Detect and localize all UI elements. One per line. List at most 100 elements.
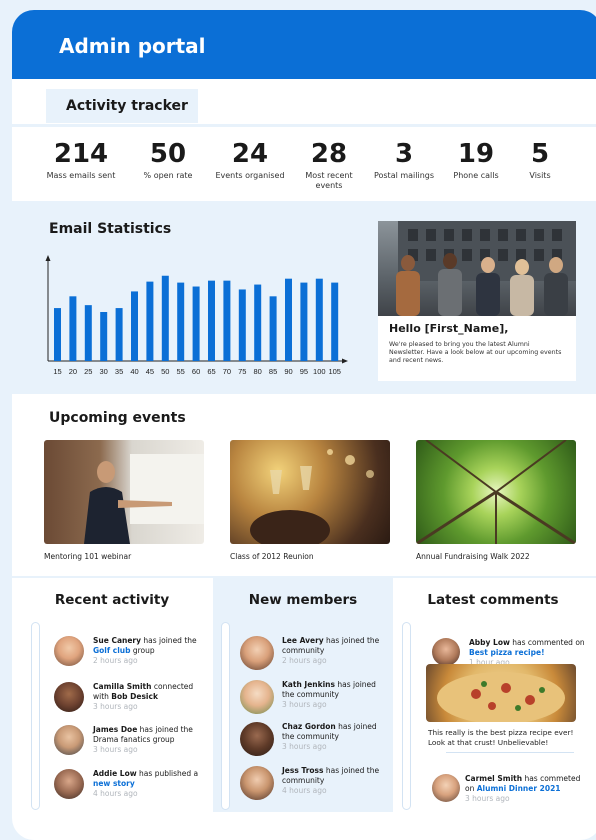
timestamp: 3 hours ago bbox=[282, 742, 327, 751]
email-statistics-title: Email Statistics bbox=[49, 221, 172, 237]
bar-60 bbox=[192, 286, 200, 361]
scrollbar[interactable] bbox=[402, 622, 411, 810]
activity-text: has commented on bbox=[509, 638, 585, 647]
stat-label: Events organised bbox=[215, 171, 285, 180]
x-tick-label: 50 bbox=[161, 367, 169, 376]
activity-link[interactable]: Alumni Dinner 2021 bbox=[477, 784, 561, 793]
newsletter-photo bbox=[378, 221, 576, 316]
activity-link[interactable]: new story bbox=[93, 779, 135, 788]
bar-80 bbox=[254, 284, 262, 361]
activity-text: has published a bbox=[136, 769, 199, 778]
newsletter-card[interactable]: Hello [First_Name], We're pleased to bri… bbox=[378, 221, 576, 381]
user-name: Lee Avery bbox=[282, 636, 324, 645]
user-name[interactable]: Bob Desick bbox=[111, 692, 158, 701]
x-tick-label: 15 bbox=[53, 367, 61, 376]
stat-label: % open rate bbox=[143, 171, 193, 180]
x-tick-label: 85 bbox=[269, 367, 277, 376]
bar-85 bbox=[269, 296, 277, 361]
timestamp: 2 hours ago bbox=[282, 656, 327, 665]
new-members-title: New members bbox=[248, 592, 358, 608]
stat-label: Visits bbox=[529, 171, 551, 180]
x-axis-arrow bbox=[342, 358, 348, 364]
bar-90 bbox=[285, 278, 292, 361]
bar-65 bbox=[208, 280, 215, 361]
recent-activity-title: Recent activity bbox=[54, 592, 170, 608]
event-card-mentoring[interactable]: Mentoring 101 webinar bbox=[44, 440, 204, 561]
avatar bbox=[240, 722, 274, 756]
user-name: Chaz Gordon bbox=[282, 722, 336, 731]
activity-text: has joined the bbox=[141, 636, 197, 645]
event-caption: Mentoring 101 webinar bbox=[44, 552, 132, 561]
stat-value: 24 bbox=[231, 139, 269, 169]
comment-text: This really is the best pizza recipe eve… bbox=[428, 728, 574, 747]
x-tick-label: 100 bbox=[313, 367, 326, 376]
bar-105 bbox=[331, 282, 339, 361]
x-tick-label: 55 bbox=[177, 367, 185, 376]
stat-postal-mailings: 3 Postal mailings bbox=[372, 139, 436, 181]
scrollbar[interactable] bbox=[221, 622, 230, 810]
avatar bbox=[54, 636, 84, 666]
latest-comments-title: Latest comments bbox=[427, 592, 559, 608]
scrollbar[interactable] bbox=[31, 622, 40, 810]
user-name: Carmel Smith bbox=[465, 774, 523, 783]
bar-40 bbox=[131, 291, 138, 361]
x-tick-label: 80 bbox=[254, 367, 262, 376]
stat-value: 28 bbox=[310, 139, 348, 169]
city-people-image bbox=[396, 221, 576, 316]
x-tick-label: 95 bbox=[300, 367, 308, 376]
stat-value: 214 bbox=[53, 139, 109, 169]
avatar bbox=[54, 769, 84, 799]
x-tick-label: 70 bbox=[223, 367, 231, 376]
newsletter-greeting: Hello [First_Name], bbox=[389, 322, 509, 335]
bar-15 bbox=[54, 308, 61, 361]
stat-value: 3 bbox=[394, 139, 414, 169]
stat-value: 50 bbox=[149, 139, 187, 169]
x-tick-label: 90 bbox=[284, 367, 292, 376]
tab-activity-tracker[interactable]: Activity tracker bbox=[46, 89, 198, 123]
admin-portal-frame: Admin portal Activity tracker 214 Mass e… bbox=[12, 10, 596, 840]
timestamp: 4 hours ago bbox=[282, 786, 327, 795]
pizza-image bbox=[426, 664, 576, 722]
activity-link[interactable]: Best pizza recipe! bbox=[469, 648, 544, 657]
event-card-fundraising[interactable]: Annual Fundraising Walk 2022 bbox=[416, 440, 576, 561]
stat-mass-emails: 214 Mass emails sent bbox=[46, 139, 116, 181]
timestamp: 3 hours ago bbox=[93, 745, 138, 754]
stat-open-rate: 50 % open rate bbox=[138, 139, 198, 181]
newsletter-body: We're pleased to bring you the latest Al… bbox=[389, 341, 562, 364]
stat-label: Most recent events bbox=[305, 171, 353, 190]
x-tick-label: 65 bbox=[207, 367, 215, 376]
stat-phone-calls: 19 Phone calls bbox=[448, 139, 504, 181]
user-name: Sue Canery bbox=[93, 636, 142, 645]
timestamp: 3 hours ago bbox=[282, 700, 327, 709]
activity-link[interactable]: Golf club bbox=[93, 646, 130, 655]
bar-70 bbox=[223, 280, 231, 361]
bar-55 bbox=[177, 282, 185, 361]
x-tick-label: 60 bbox=[192, 367, 200, 376]
new-members-column: New members Lee Avery has joined the com… bbox=[213, 578, 393, 812]
avatar bbox=[240, 766, 274, 800]
stats-row: 214 Mass emails sent 50 % open rate 24 E… bbox=[12, 127, 596, 201]
avatar bbox=[240, 636, 274, 670]
x-tick-label: 75 bbox=[238, 367, 246, 376]
user-name: Camilla Smith bbox=[93, 682, 152, 691]
timestamp: 4 hours ago bbox=[93, 789, 138, 798]
bar-45 bbox=[146, 281, 154, 361]
stat-label: Postal mailings bbox=[373, 171, 435, 180]
x-tick-label: 35 bbox=[115, 367, 123, 376]
event-caption: Class of 2012 Reunion bbox=[230, 552, 314, 561]
x-tick-label: 25 bbox=[84, 367, 92, 376]
timestamp: 3 hours ago bbox=[465, 794, 510, 803]
event-card-reunion[interactable]: Class of 2012 Reunion bbox=[230, 440, 390, 561]
timestamp: 3 hours ago bbox=[93, 702, 138, 711]
x-tick-label: 20 bbox=[69, 367, 77, 376]
x-tick-label: 45 bbox=[146, 367, 154, 376]
event-image-forest bbox=[416, 440, 576, 544]
bar-100 bbox=[315, 278, 323, 361]
recent-activity-column: Recent activity Sue Canery has joined th… bbox=[12, 578, 212, 812]
stat-recent-events: 28 Most recent events bbox=[300, 139, 358, 191]
email-statistics-chart: 15 20 25 30 35 40 45 50 55 60 65 70 75 80 85 90 95 100 105 bbox=[45, 255, 348, 376]
bar-20 bbox=[69, 296, 77, 361]
x-tick-label: 40 bbox=[130, 367, 138, 376]
user-name: Jess Tross bbox=[282, 766, 324, 775]
divider bbox=[446, 752, 574, 753]
